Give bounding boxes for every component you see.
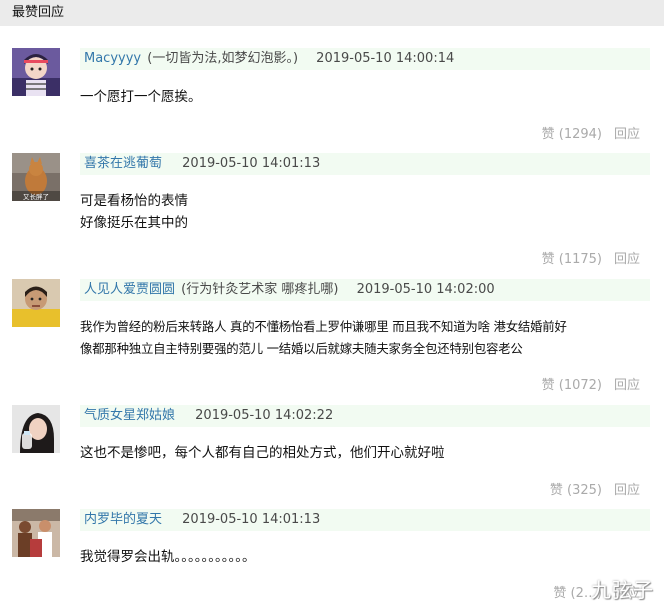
avatar-caption: 又长胖了 [23, 192, 49, 201]
comment-body: 我作为曾经的粉后来转路人 真的不懂杨怡看上罗仲谦哪里 而且我不知道为啥 港女结婚… [80, 316, 650, 360]
reply-button[interactable]: 回应 [614, 378, 640, 393]
comment-actions: 赞 (1294) 回应 [542, 126, 640, 144]
person-photo-icon [12, 279, 60, 327]
person-photo-icon [12, 405, 60, 453]
comment-timestamp: 2019-05-10 14:00:14 [316, 51, 455, 66]
reply-button[interactable]: 回应 [614, 252, 640, 267]
comment-actions: 赞 (325) 回应 [550, 482, 640, 500]
comment-actions: 赞 (1175) 回应 [542, 251, 640, 269]
comment-line: 我觉得罗会出轨。。。。。。。。。。。 [80, 549, 256, 565]
avatar[interactable] [12, 279, 60, 327]
avatar-illustration-icon [12, 48, 60, 96]
comment-meta: 人见人爱贾圆圆 (行为针灸艺术家 哪疼扎哪) 2019-05-10 14:02:… [80, 279, 650, 301]
author-signature: (行为针灸艺术家 哪疼扎哪) [181, 282, 339, 297]
like-button[interactable]: 赞 (1072) [542, 378, 602, 393]
author-link[interactable]: Macyyyy [84, 51, 141, 66]
section-title: 最赞回应 [0, 0, 664, 26]
avatar[interactable] [12, 405, 60, 453]
author-link[interactable]: 内罗毕的夏天 [84, 512, 162, 527]
like-button[interactable]: 赞 (325) [550, 483, 602, 498]
cat-photo-icon: 又长胖了 [12, 153, 60, 201]
comment-timestamp: 2019-05-10 14:02:00 [356, 282, 495, 297]
like-button[interactable]: 赞 (1175) [542, 252, 602, 267]
reply-button[interactable]: 回应 [614, 483, 640, 498]
reply-button[interactable]: 回应 [614, 127, 640, 142]
group-photo-icon [12, 509, 60, 557]
author-link[interactable]: 人见人爱贾圆圆 [84, 282, 175, 297]
watermark: 九弦子 [591, 578, 654, 602]
avatar[interactable] [12, 48, 60, 96]
like-button[interactable]: 赞 (1294) [542, 127, 602, 142]
comment-line: 一个愿打一个愿挨。 [80, 89, 202, 105]
comment-line: 像都那种独立自主特别要强的范儿 一结婚以后就嫁夫随夫家务全包还特别包容老公 [80, 341, 523, 356]
author-link[interactable]: 气质女星郑姑娘 [84, 408, 175, 423]
comment-line: 我作为曾经的粉后来转路人 真的不懂杨怡看上罗仲谦哪里 而且我不知道为啥 港女结婚… [80, 319, 567, 334]
author-signature: (一切皆为法,如梦幻泡影。) [147, 51, 299, 66]
comment-meta: 喜茶在逃葡萄 2019-05-10 14:01:13 [80, 153, 650, 175]
comment-timestamp: 2019-05-10 14:01:13 [182, 512, 321, 527]
author-link[interactable]: 喜茶在逃葡萄 [84, 156, 162, 171]
comment-body: 可是看杨怡的表情 好像挺乐在其中的 [80, 190, 650, 234]
comment-actions: 赞 (1072) 回应 [542, 377, 640, 395]
comment-timestamp: 2019-05-10 14:01:13 [182, 156, 321, 171]
comment-meta: Macyyyy (一切皆为法,如梦幻泡影。) 2019-05-10 14:00:… [80, 48, 650, 70]
comment-meta: 内罗毕的夏天 2019-05-10 14:01:13 [80, 509, 650, 531]
comment-line: 这也不是惨吧，每个人都有自己的相处方式，他们开心就好啦 [80, 445, 445, 461]
comment-body: 这也不是惨吧，每个人都有自己的相处方式，他们开心就好啦 [80, 442, 650, 464]
comment-meta: 气质女星郑姑娘 2019-05-10 14:02:22 [80, 405, 650, 427]
comment-line: 可是看杨怡的表情 [80, 193, 188, 209]
comment-line: 好像挺乐在其中的 [80, 215, 188, 231]
comment-body: 一个愿打一个愿挨。 [80, 86, 650, 108]
avatar[interactable] [12, 509, 60, 557]
avatar[interactable]: 又长胖了 [12, 153, 60, 201]
comment-body: 我觉得罗会出轨。。。。。。。。。。。 [80, 546, 650, 568]
comment-timestamp: 2019-05-10 14:02:22 [195, 408, 334, 423]
